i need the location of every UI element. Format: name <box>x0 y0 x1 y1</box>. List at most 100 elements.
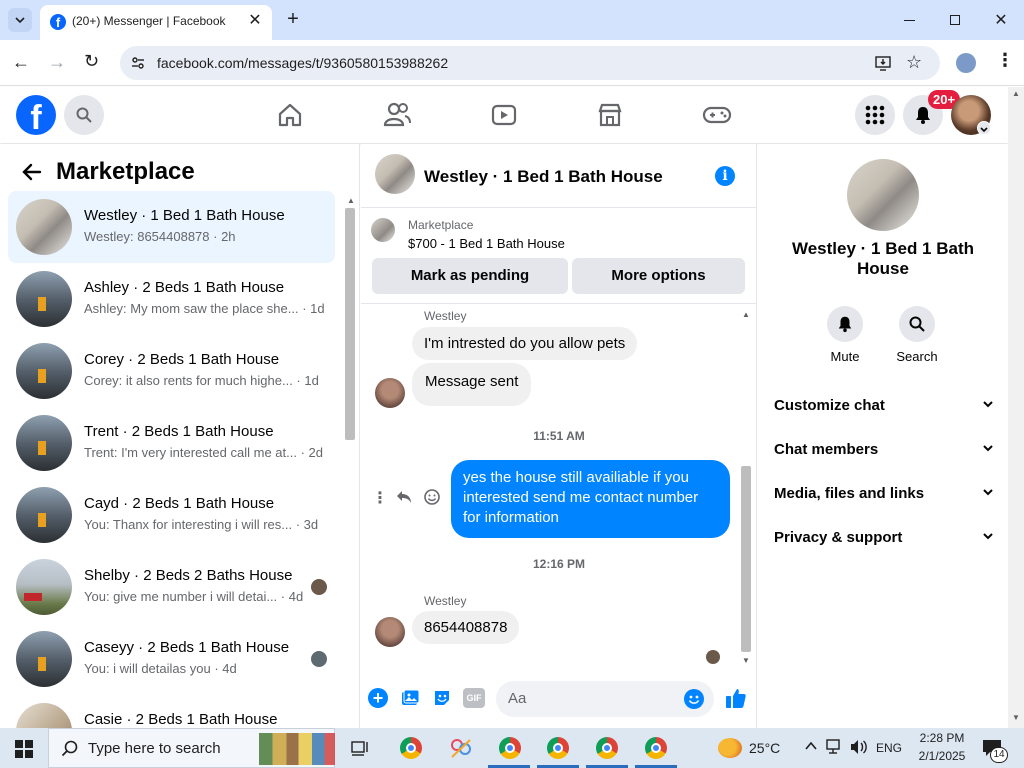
message-timestamp: 12:16 PM <box>532 557 586 571</box>
mark-pending-button[interactable]: Mark as pending <box>372 258 568 294</box>
listing-label: Marketplace <box>408 218 474 232</box>
gaming-icon[interactable] <box>702 101 732 129</box>
media-files-section[interactable]: Media, files and links <box>774 485 994 517</box>
info-icon[interactable]: i <box>715 166 735 186</box>
photo-icon[interactable] <box>400 688 420 708</box>
chrome-profile-active-icon[interactable] <box>641 734 671 762</box>
conversation-name: Shelby · 2 Beds 2 Baths House <box>84 567 293 584</box>
clock-date[interactable]: 2/1/2025 <box>912 749 972 763</box>
conversation-preview: Ashley: My mom saw the place she... · 1d <box>84 301 324 316</box>
add-more-icon[interactable]: + <box>368 688 388 708</box>
conversation-item[interactable]: Trent · 2 Beds 1 Bath House Trent: I'm v… <box>8 407 335 479</box>
conversation-item[interactable]: Westley · 1 Bed 1 Bath House Westley: 86… <box>8 191 335 263</box>
search-in-chat-button[interactable] <box>899 306 935 342</box>
url-text[interactable]: facebook.com/messages/t/9360580153988262 <box>157 55 448 71</box>
message-actions-more-icon[interactable]: ⋮ <box>372 488 388 508</box>
restore-button[interactable] <box>932 0 978 40</box>
conversation-item[interactable]: Corey · 2 Beds 1 Bath House Corey: it al… <box>8 335 335 407</box>
customize-chat-section[interactable]: Customize chat <box>774 397 994 429</box>
conversation-item[interactable]: Cayd · 2 Beds 1 Bath House You: Thanx fo… <box>8 479 335 551</box>
tab-search-button[interactable] <box>8 8 32 32</box>
outgoing-message[interactable]: yes the house still availiable if you in… <box>451 460 730 538</box>
thumbs-up-icon[interactable] <box>724 686 748 710</box>
temperature-text[interactable]: 25°C <box>749 740 780 756</box>
app-taskbar-icon[interactable] <box>446 734 476 762</box>
tab-close-icon[interactable]: ✕ <box>246 12 264 30</box>
conversation-item[interactable]: Caseyy · 2 Beds 1 Bath House You: i will… <box>8 623 335 695</box>
conversation-item[interactable]: Ashley · 2 Beds 1 Bath House Ashley: My … <box>8 263 335 335</box>
install-app-icon[interactable] <box>874 54 892 72</box>
watch-icon[interactable] <box>490 101 518 129</box>
gif-icon[interactable]: GIF <box>463 688 485 708</box>
browser-menu-icon[interactable]: ⋮ <box>996 50 1014 71</box>
message-timestamp: 11:51 AM <box>533 429 585 443</box>
emoji-icon[interactable] <box>684 689 704 709</box>
minimize-button[interactable] <box>886 0 932 40</box>
chat-scrollbar[interactable]: ▲ ▼ <box>739 308 753 668</box>
close-window-button[interactable]: ✕ <box>978 0 1024 40</box>
sticker-icon[interactable] <box>432 688 452 708</box>
home-icon[interactable] <box>276 101 304 129</box>
message-input-placeholder: Aa <box>508 690 527 707</box>
section-label: Media, files and links <box>774 485 925 502</box>
volume-icon[interactable] <box>850 739 868 755</box>
conversation-preview: Trent: I'm very interested call me at...… <box>84 445 323 460</box>
chrome-taskbar-icon[interactable] <box>396 734 426 762</box>
more-options-button[interactable]: More options <box>572 258 745 294</box>
tray-chevron-icon[interactable] <box>804 739 818 753</box>
incoming-message[interactable]: Message sent <box>412 363 532 406</box>
back-arrow-icon[interactable] <box>20 160 44 184</box>
account-chevron-icon[interactable] <box>977 121 991 135</box>
message-input[interactable]: Aa <box>496 681 714 717</box>
chevron-down-icon <box>982 441 994 457</box>
conversation-item[interactable]: Casie · 2 Beds 1 Bath House <box>8 695 335 728</box>
forward-icon[interactable]: → <box>48 52 68 72</box>
network-icon[interactable] <box>826 739 844 755</box>
react-icon[interactable] <box>423 488 441 506</box>
bell-icon <box>838 316 852 333</box>
marketplace-icon[interactable] <box>596 101 624 129</box>
conversation-preview: Corey: it also rents for much highe... ·… <box>84 373 319 388</box>
chat-members-section[interactable]: Chat members <box>774 441 994 473</box>
menu-grid-button[interactable] <box>855 95 895 135</box>
chat-title[interactable]: Westley · 1 Bed 1 Bath House <box>424 167 663 187</box>
mute-label: Mute <box>830 349 860 364</box>
taskbar-search-box[interactable]: Type here to search <box>48 728 335 768</box>
new-tab-button[interactable]: + <box>282 8 304 30</box>
reply-icon[interactable] <box>395 488 413 506</box>
search-icon <box>909 316 925 332</box>
incoming-message[interactable]: I'm intrested do you allow pets <box>412 327 638 360</box>
section-label: Privacy & support <box>774 529 903 546</box>
fb-search-button[interactable] <box>64 95 104 135</box>
conversation-name: Westley · 1 Bed 1 Bath House <box>84 207 285 224</box>
site-info-icon[interactable] <box>130 55 146 71</box>
language-indicator[interactable]: ENG <box>876 741 902 755</box>
facebook-logo-icon[interactable]: f <box>16 95 56 135</box>
weather-icon[interactable] <box>718 738 742 758</box>
chat-panel: Westley · 1 Bed 1 Bath House i Marketpla… <box>361 144 757 728</box>
clock-time[interactable]: 2:28 PM <box>916 731 968 745</box>
chrome-profile-k-icon[interactable] <box>495 734 525 762</box>
profile-title: Westley · 1 Bed 1 Bath House <box>791 239 975 278</box>
incoming-message[interactable]: 8654408878 <box>412 611 520 644</box>
conversation-list-scrollbar[interactable]: ▲ ▼ <box>343 192 357 728</box>
mute-button[interactable] <box>827 306 863 342</box>
privacy-support-section[interactable]: Privacy & support <box>774 529 994 561</box>
bookmark-star-icon[interactable]: ☆ <box>906 52 922 73</box>
profile-photo[interactable] <box>847 159 919 231</box>
address-bar[interactable]: facebook.com/messages/t/9360580153988262… <box>120 46 940 80</box>
windows-start-icon[interactable] <box>15 740 33 758</box>
task-view-icon[interactable] <box>346 734 376 762</box>
profile-icon[interactable] <box>956 53 976 73</box>
page-scrollbar[interactable]: ▲ ▼ <box>1008 87 1024 728</box>
chat-avatar[interactable] <box>375 154 415 194</box>
chrome-profile-icon[interactable] <box>592 734 622 762</box>
reload-icon[interactable]: ↻ <box>84 51 104 71</box>
back-icon[interactable]: ← <box>12 52 32 72</box>
bell-icon <box>916 107 930 124</box>
browser-tab[interactable]: f (20+) Messenger | Facebook ✕ <box>40 5 272 40</box>
chrome-profile-m-icon[interactable] <box>543 734 573 762</box>
friends-icon[interactable] <box>382 101 412 129</box>
conversation-name: Cayd · 2 Beds 1 Bath House <box>84 495 275 512</box>
conversation-item[interactable]: Shelby · 2 Beds 2 Baths House You: give … <box>8 551 335 623</box>
